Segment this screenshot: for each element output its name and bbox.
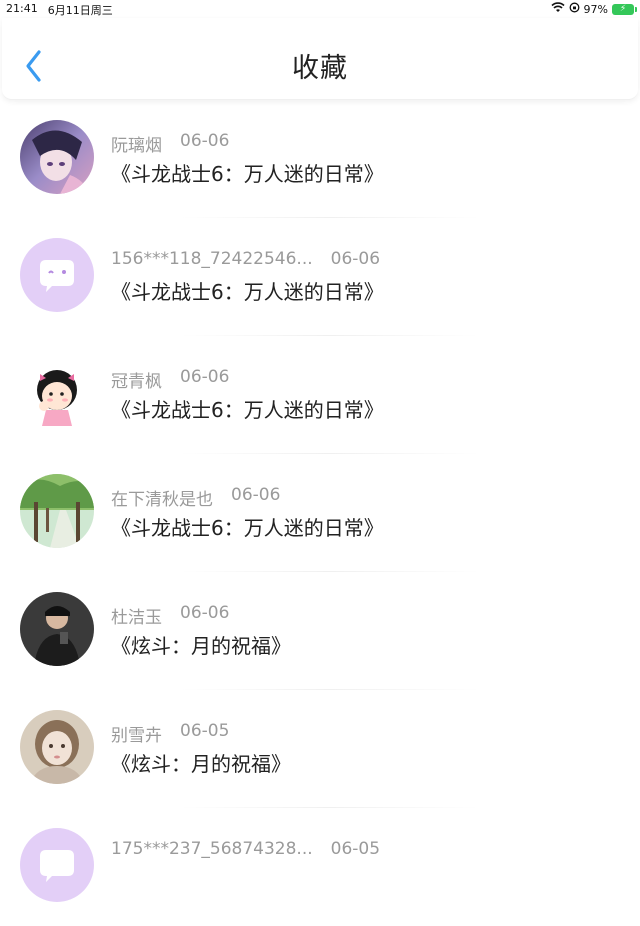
orientation-lock-icon [569, 2, 580, 16]
status-time: 21:41 [6, 2, 38, 15]
chat-bubble-avatar [20, 828, 94, 902]
item-title: 《斗龙战士6：万人迷的日常》 [111, 398, 384, 422]
favorites-list: 阮璃烟 06-06 《斗龙战士6：万人迷的日常》 156***118_72422… [0, 100, 640, 926]
item-date: 06-05 [330, 839, 381, 859]
author-name: 在下清秋是也 [111, 490, 213, 510]
battery-icon: ⚡ [612, 3, 637, 15]
list-item[interactable]: 阮璃烟 06-06 《斗龙战士6：万人迷的日常》 [0, 100, 640, 218]
item-date: 06-06 [180, 603, 230, 623]
item-title: 《斗龙战士6：万人迷的日常》 [111, 516, 384, 540]
author-name: 别雪卉 [111, 726, 162, 746]
nav-bar: 收藏 [2, 18, 638, 100]
list-item[interactable]: 156***118_72422546... 06-06 《斗龙战士6：万人迷的日… [0, 218, 640, 336]
list-item[interactable]: 杜洁玉 06-06 《炫斗：月的祝福》 [0, 572, 640, 690]
author-name: 冠青枫 [111, 372, 162, 392]
item-date: 06-06 [180, 131, 230, 151]
item-date: 06-06 [330, 249, 381, 269]
item-date: 06-06 [180, 367, 230, 387]
battery-percent: 97% [583, 2, 608, 16]
item-title: 《斗龙战士6：万人迷的日常》 [111, 162, 384, 186]
author-name: 175***237_56874328... [111, 839, 313, 859]
item-title: 《炫斗：月的祝福》 [111, 634, 291, 658]
author-name: 156***118_72422546... [111, 249, 313, 269]
item-date: 06-06 [231, 485, 281, 505]
status-bar: 21:41 6月11日周三 97% ⚡ [0, 0, 640, 18]
wifi-icon [550, 2, 565, 16]
tree-road-avatar [20, 474, 94, 548]
item-title: 《炫斗：月的祝福》 [111, 752, 291, 776]
chat-bubble-avatar [20, 238, 94, 312]
list-item[interactable]: 在下清秋是也 06-06 《斗龙战士6：万人迷的日常》 [0, 454, 640, 572]
list-item[interactable]: 别雪卉 06-05 《炫斗：月的祝福》 [0, 690, 640, 808]
author-name: 阮璃烟 [111, 136, 162, 156]
cartoon-girl-avatar [20, 356, 94, 430]
anime-girl-avatar [20, 120, 94, 194]
page-title: 收藏 [292, 53, 348, 84]
status-date: 6月11日周三 [47, 4, 113, 17]
list-item[interactable]: 冠青枫 06-06 《斗龙战士6：万人迷的日常》 [0, 336, 640, 454]
item-date: 06-05 [180, 721, 230, 741]
list-item[interactable]: 175***237_56874328... 06-05 [0, 808, 640, 926]
author-name: 杜洁玉 [111, 608, 162, 628]
person-dark-avatar [20, 592, 94, 666]
blurry-girl-avatar [20, 710, 94, 784]
item-title: 《斗龙战士6：万人迷的日常》 [111, 280, 384, 304]
